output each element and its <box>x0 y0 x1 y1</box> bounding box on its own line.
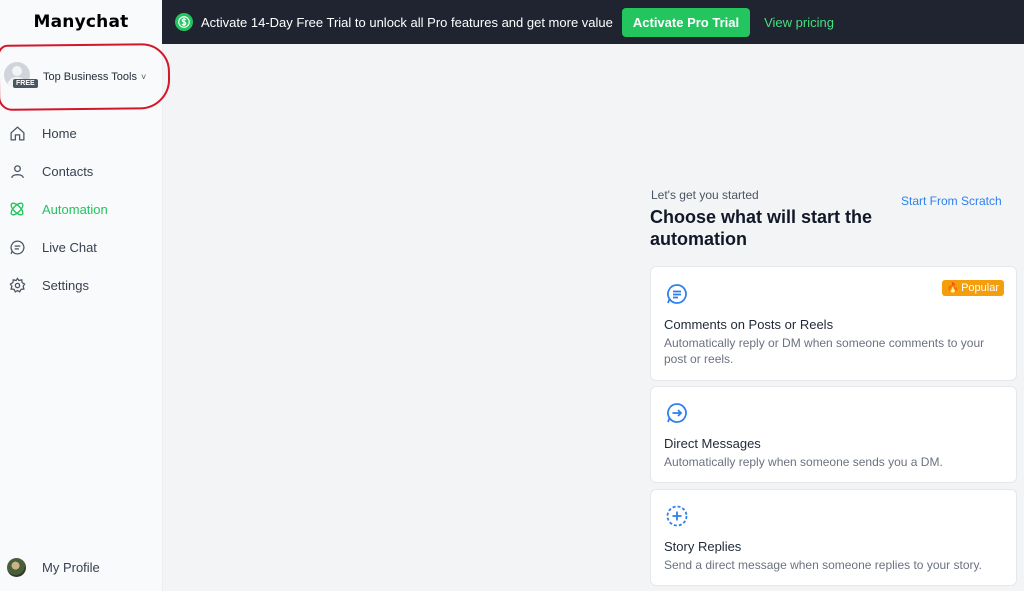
dollar-icon <box>175 13 193 31</box>
sidebar-nav: Home Contacts Automation Live Chat Setti… <box>0 114 162 304</box>
account-avatar: FREE <box>3 62 38 92</box>
sidebar: Manychat FREE Top Business Tools ˅ Home … <box>0 0 171 591</box>
trial-banner: Activate 14-Day Free Trial to unlock all… <box>162 0 1024 44</box>
automation-icon <box>8 200 26 218</box>
avatar <box>7 557 26 577</box>
sidebar-item-label: Settings <box>42 277 89 293</box>
fire-icon: 🔥 <box>946 282 960 294</box>
start-from-scratch-link[interactable]: Start From Scratch <box>901 194 1002 208</box>
home-icon <box>8 124 26 142</box>
manychat-logo[interactable]: Manychat <box>0 0 162 44</box>
sidebar-item-automation[interactable]: Automation <box>0 190 162 228</box>
trigger-card-story-replies[interactable]: Story Replies Send a direct message when… <box>650 489 1017 586</box>
trigger-description: Automatically reply or DM when someone c… <box>664 336 985 366</box>
account-name: Top Business Tools <box>43 71 137 83</box>
page-title: Choose what will start the automation <box>650 207 873 249</box>
plan-badge: FREE <box>13 79 38 88</box>
trigger-title: Direct Messages <box>664 436 761 451</box>
user-icon <box>8 162 26 180</box>
sidebar-item-live-chat[interactable]: Live Chat <box>0 228 162 266</box>
sidebar-item-label: Live Chat <box>42 239 97 255</box>
dm-icon <box>665 401 689 425</box>
account-switcher[interactable]: FREE Top Business Tools ˅ <box>3 62 153 92</box>
sidebar-item-home[interactable]: Home <box>0 114 162 152</box>
chat-icon <box>8 238 26 256</box>
activate-pro-trial-button[interactable]: Activate Pro Trial <box>621 7 751 37</box>
trigger-description: Automatically reply when someone sends y… <box>664 455 943 469</box>
comment-icon <box>665 282 689 306</box>
sidebar-item-label: Home <box>42 125 77 141</box>
trigger-description: Send a direct message when someone repli… <box>664 558 982 572</box>
sidebar-item-label: Automation <box>42 201 108 217</box>
banner-text: Activate 14-Day Free Trial to unlock all… <box>201 14 613 30</box>
trigger-title: Story Replies <box>664 539 742 554</box>
sidebar-item-contacts[interactable]: Contacts <box>0 152 162 190</box>
view-pricing-link[interactable]: View pricing <box>764 15 834 30</box>
popular-badge: 🔥 Popular <box>941 280 1004 296</box>
chevron-down-icon: ˅ <box>140 72 147 82</box>
trigger-card-comments[interactable]: 🔥 Popular Comments on Posts or Reels Auto… <box>650 266 1017 381</box>
trigger-title: Comments on Posts or Reels <box>664 317 834 332</box>
sidebar-item-label: Contacts <box>42 163 94 179</box>
gear-icon <box>8 276 26 294</box>
intro-text: Let's get you started <box>651 188 759 202</box>
my-profile[interactable]: My Profile <box>0 555 169 579</box>
story-icon <box>665 504 689 528</box>
trigger-card-direct-messages[interactable]: Direct Messages Automatically reply when… <box>650 386 1017 483</box>
profile-label: My Profile <box>42 559 100 575</box>
sidebar-item-settings[interactable]: Settings <box>0 266 162 304</box>
